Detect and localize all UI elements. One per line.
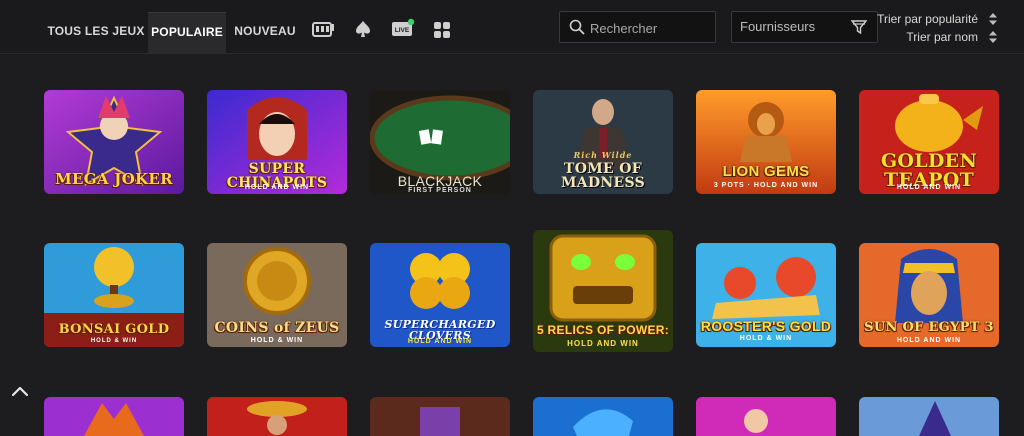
grid-icon[interactable] bbox=[433, 21, 451, 39]
game-title: BONSAI GOLD bbox=[58, 322, 170, 337]
game-grid: MEGA JOKER SUPER CHINAPOTS HOLD AND WIN … bbox=[0, 54, 1024, 436]
game-tile-coins-of-zeus[interactable]: COINS of ZEUS HOLD & WIN bbox=[207, 243, 347, 347]
game-thumbnail bbox=[533, 397, 673, 436]
game-tile-partial[interactable] bbox=[533, 397, 673, 436]
game-tile-partial[interactable] bbox=[696, 397, 836, 436]
game-tile-roosters-gold[interactable]: ROOSTER'S GOLD HOLD & WIN bbox=[696, 243, 836, 347]
game-title: LION GEMS bbox=[722, 163, 810, 180]
game-tile-supercharged-clovers[interactable]: SUPERCHARGED CLOVERS HOLD AND WIN bbox=[370, 243, 510, 347]
game-subtitle: FIRST PERSON bbox=[408, 187, 472, 194]
game-tile-lion-gems[interactable]: LION GEMS 3 POTS · HOLD AND WIN bbox=[696, 90, 836, 194]
game-tile-sun-of-egypt-3[interactable]: SUN OF EGYPT 3 HOLD AND WIN bbox=[859, 243, 999, 347]
game-tile-mega-joker[interactable]: MEGA JOKER bbox=[44, 90, 184, 194]
sort-by-popularity[interactable]: Trier par popularité bbox=[877, 12, 978, 26]
game-title: TOME OF MADNESS bbox=[561, 161, 645, 191]
game-title: COINS of ZEUS bbox=[214, 320, 340, 336]
game-tile-golden-teapot[interactable]: GOLDEN TEAPOT HOLD AND WIN bbox=[859, 90, 999, 194]
game-subtitle: HOLD & WIN bbox=[739, 335, 793, 342]
game-tile-partial[interactable] bbox=[370, 397, 510, 436]
top-bar: TOUS LES JEUX POPULAIRE NOUVEAU LIVE Fou… bbox=[0, 0, 1024, 54]
game-title: MEGA JOKER bbox=[55, 170, 173, 188]
game-subtitle: HOLD AND WIN bbox=[244, 184, 310, 191]
game-subtitle: HOLD AND WIN bbox=[896, 337, 962, 344]
game-subtitle: 3 POTS · HOLD AND WIN bbox=[713, 182, 819, 189]
game-thumbnail bbox=[44, 397, 184, 436]
game-subtitle: HOLD AND WIN bbox=[407, 338, 473, 345]
sort-by-name[interactable]: Trier par nom bbox=[906, 30, 978, 44]
game-tile-tome-of-madness[interactable]: Rich Wilde TOME OF MADNESS bbox=[533, 90, 673, 194]
filter-icon bbox=[851, 20, 867, 34]
game-thumbnail bbox=[696, 397, 836, 436]
game-title: 5 RELICS OF POWER: bbox=[536, 323, 670, 337]
search-input[interactable] bbox=[588, 18, 712, 38]
tab-popular[interactable]: POPULAIRE bbox=[148, 12, 226, 53]
game-subtitle: HOLD AND WIN bbox=[567, 339, 639, 348]
spade-icon[interactable] bbox=[354, 20, 372, 38]
tab-new[interactable]: NOUVEAU bbox=[232, 12, 298, 52]
game-thumbnail bbox=[207, 397, 347, 436]
search-icon bbox=[569, 19, 585, 35]
game-title: BLACKJACK bbox=[397, 173, 483, 189]
game-subtitle: Rich Wilde bbox=[573, 150, 633, 160]
live-icon[interactable]: LIVE bbox=[391, 18, 415, 40]
game-tile-5-relics-of-power[interactable]: 5 RELICS OF POWER: HOLD AND WIN bbox=[533, 230, 673, 352]
game-tile-partial[interactable] bbox=[44, 397, 184, 436]
game-tile-super-chinapots[interactable]: SUPER CHINAPOTS HOLD AND WIN bbox=[207, 90, 347, 194]
slot-machine-icon[interactable] bbox=[311, 20, 335, 38]
game-tile-bonsai-gold[interactable]: BONSAI GOLD HOLD & WIN bbox=[44, 243, 184, 347]
sort-arrows-icon[interactable] bbox=[988, 12, 998, 26]
game-tile-partial[interactable] bbox=[207, 397, 347, 436]
game-title: SUN OF EGYPT 3 bbox=[864, 320, 994, 335]
providers-dropdown[interactable]: Fournisseurs bbox=[731, 11, 878, 43]
game-thumbnail bbox=[370, 397, 510, 436]
game-subtitle: HOLD & WIN bbox=[90, 338, 138, 344]
live-icon-label: LIVE bbox=[395, 27, 410, 34]
game-title: ROOSTER'S GOLD bbox=[700, 318, 832, 334]
game-subtitle: HOLD & WIN bbox=[250, 337, 304, 344]
tab-all-games[interactable]: TOUS LES JEUX bbox=[47, 12, 145, 52]
sort-arrows-icon[interactable] bbox=[988, 30, 998, 44]
game-tile-blackjack[interactable]: BLACKJACK FIRST PERSON bbox=[370, 90, 510, 194]
game-tile-partial[interactable] bbox=[859, 397, 999, 436]
providers-label: Fournisseurs bbox=[740, 19, 816, 34]
scroll-to-top-icon[interactable] bbox=[8, 380, 32, 404]
search-box[interactable] bbox=[559, 11, 716, 43]
game-thumbnail bbox=[859, 397, 999, 436]
game-subtitle: HOLD AND WIN bbox=[896, 184, 962, 191]
